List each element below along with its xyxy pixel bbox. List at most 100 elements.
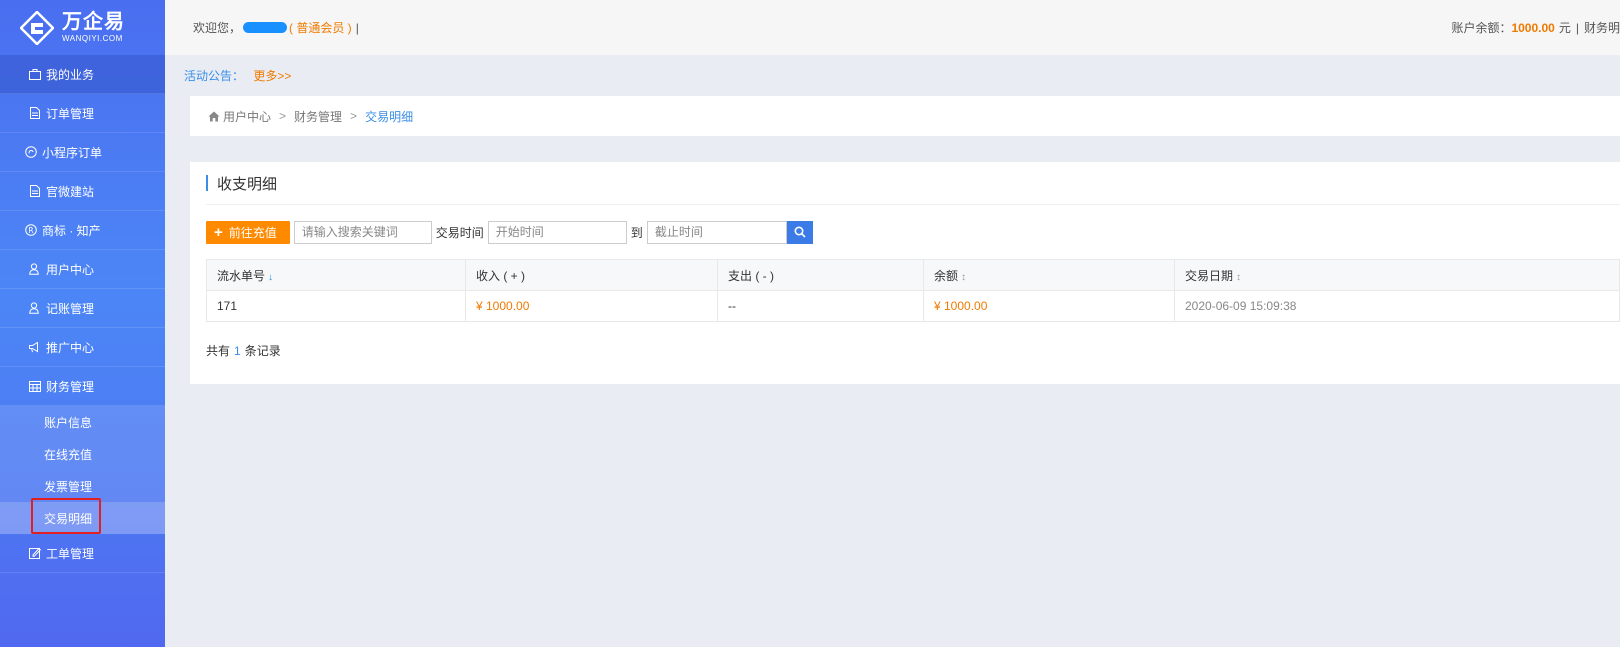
submenu-item-transaction-details[interactable]: 交易明细	[0, 498, 165, 534]
column-header-label: 流水单号	[217, 268, 266, 283]
breadcrumb-separator: >	[350, 109, 358, 123]
column-header-label: 支出 ( - )	[728, 268, 774, 283]
record-count: 共有 1 条记录	[206, 342, 1620, 359]
end-date-input[interactable]	[646, 220, 787, 244]
submenu-item-label: 在线充值	[44, 447, 93, 462]
to-label: 到	[630, 225, 643, 240]
welcome-text: 欢迎您，	[193, 21, 242, 35]
document-icon	[28, 106, 42, 120]
home-icon	[208, 111, 220, 121]
column-header-expense: 支出 ( - )	[717, 259, 924, 291]
announcement-bar: 活动公告： 更多>>	[184, 67, 291, 84]
transactions-panel: 收支明细 + 前往充值 交易时间 到 流水单号↓ 收入 ( + ) 支出 ( -	[190, 162, 1620, 384]
finance-submenu: 账户信息 在线充值 发票管理 交易明细	[0, 406, 165, 534]
column-header-label: 余额	[934, 268, 959, 283]
sidebar-item-label: 我的业务	[46, 67, 95, 82]
column-header-income: 收入 ( + )	[465, 259, 718, 291]
cell-expense: --	[717, 290, 924, 322]
breadcrumb-current: 交易明细	[365, 109, 414, 124]
finance-link[interactable]: 财务明	[1584, 19, 1620, 36]
sidebar-item-label: 工单管理	[46, 546, 95, 561]
trade-time-label: 交易时间	[435, 225, 484, 240]
announcement-label: 活动公告：	[184, 69, 245, 83]
table-row: 171 ¥ 1000.00 -- ¥ 1000.00 2020-06-09 15…	[206, 290, 1620, 322]
svg-text:R: R	[28, 226, 33, 235]
balance-value: 1000.00	[1511, 20, 1555, 35]
search-toolbar: + 前往充值 交易时间 到	[206, 205, 1620, 259]
topbar-right-divider: |	[1575, 20, 1579, 35]
sidebar-item-label: 财务管理	[46, 379, 95, 394]
sidebar-item-label: 订单管理	[46, 106, 95, 121]
sidebar-item-tickets[interactable]: 工单管理	[0, 534, 165, 573]
recharge-button[interactable]: + 前往充值	[206, 220, 290, 244]
highlight-annotation-box	[31, 498, 101, 534]
registered-icon: R	[24, 223, 38, 237]
balance-label: 账户余额：	[1451, 21, 1512, 35]
megaphone-icon	[28, 340, 42, 354]
column-header-label: 收入 ( + )	[476, 268, 526, 283]
submenu-item-label: 发票管理	[44, 479, 93, 494]
search-icon	[794, 226, 806, 238]
record-count-number: 1	[234, 344, 241, 358]
cell-balance: ¥ 1000.00	[923, 290, 1175, 322]
transactions-table: 流水单号 ↓ 收入 ( + ) 支出 ( - ) 余额 ↕ 交易日期 ↕ 171 ¥	[206, 259, 1620, 322]
keyword-search-input[interactable]	[293, 220, 432, 244]
brand-domain: WANQIYI.COM	[62, 34, 123, 43]
brand-name: 万企易	[62, 11, 125, 33]
sidebar-item-finance[interactable]: 财务管理	[0, 367, 165, 406]
column-header-serial[interactable]: 流水单号 ↓	[206, 259, 466, 291]
sort-updown-icon[interactable]: ↕	[1236, 272, 1241, 283]
page-title: 收支明细	[206, 162, 1620, 205]
edit-icon	[28, 546, 42, 560]
sidebar: 万企易 WANQIYI.COM 我的业务 订单管理 小程序订单 官微建站 R 商…	[0, 0, 165, 647]
announcement-more-link[interactable]: 更多>>	[253, 69, 291, 83]
sort-down-icon[interactable]: ↓	[268, 272, 273, 283]
balance-unit: 元	[1558, 21, 1571, 35]
search-button[interactable]	[786, 220, 813, 244]
cell-serial: 171	[206, 290, 466, 322]
sidebar-item-bookkeeping[interactable]: 记账管理	[0, 289, 165, 328]
table-header-row: 流水单号 ↓ 收入 ( + ) 支出 ( - ) 余额 ↕ 交易日期 ↕	[206, 259, 1620, 291]
top-bar: 欢迎您， ( 普通会员 ) | 账户余额： 1000.00 元 | 财务明	[165, 0, 1620, 55]
sidebar-item-orders[interactable]: 订单管理	[0, 94, 165, 133]
redacted-username	[243, 22, 288, 33]
sidebar-item-wechat-site[interactable]: 官微建站	[0, 172, 165, 211]
sidebar-item-label: 用户中心	[46, 262, 95, 277]
record-count-suffix: 条记录	[244, 344, 281, 358]
sidebar-item-label: 记账管理	[46, 301, 95, 316]
column-header-date[interactable]: 交易日期 ↕	[1174, 259, 1620, 291]
sidebar-item-label: 商标 · 知产	[42, 223, 101, 238]
sidebar-item-user-center[interactable]: 用户中心	[0, 250, 165, 289]
cell-date: 2020-06-09 15:09:38	[1174, 290, 1620, 322]
submenu-item-online-recharge[interactable]: 在线充值	[0, 438, 165, 470]
topbar-right: 账户余额： 1000.00 元 | 财务明	[1451, 0, 1620, 55]
user-icon	[28, 301, 42, 315]
topbar-divider: |	[355, 20, 359, 35]
member-level: ( 普通会员 )	[289, 21, 352, 35]
submenu-item-label: 账户信息	[44, 415, 93, 430]
calendar-icon	[28, 379, 42, 393]
recharge-button-label: 前往充值	[228, 225, 277, 240]
sidebar-item-promotion[interactable]: 推广中心	[0, 328, 165, 367]
record-count-prefix: 共有	[206, 344, 231, 358]
user-icon	[28, 262, 42, 276]
sidebar-item-label: 推广中心	[46, 340, 95, 355]
sidebar-item-trademark[interactable]: R 商标 · 知产	[0, 211, 165, 250]
breadcrumb: 用户中心 > 财务管理 > 交易明细	[190, 96, 1620, 136]
submenu-item-account-info[interactable]: 账户信息	[0, 406, 165, 438]
column-header-label: 交易日期	[1185, 268, 1234, 283]
sidebar-item-my-business[interactable]: 我的业务	[0, 55, 165, 94]
sort-updown-icon[interactable]: ↕	[961, 272, 966, 283]
brand-logo[interactable]: 万企易 WANQIYI.COM	[0, 0, 165, 55]
document-icon	[28, 184, 42, 198]
briefcase-icon	[28, 67, 42, 81]
start-date-input[interactable]	[487, 220, 627, 244]
breadcrumb-finance[interactable]: 财务管理	[294, 108, 342, 125]
sidebar-item-miniprogram-orders[interactable]: 小程序订单	[0, 133, 165, 172]
sidebar-item-label: 官微建站	[46, 184, 95, 199]
column-header-balance[interactable]: 余额 ↕	[923, 259, 1175, 291]
cell-income: ¥ 1000.00	[465, 290, 718, 322]
sidebar-item-label: 小程序订单	[42, 145, 103, 160]
breadcrumb-separator: >	[279, 109, 287, 123]
breadcrumb-user-center[interactable]: 用户中心	[223, 108, 271, 125]
